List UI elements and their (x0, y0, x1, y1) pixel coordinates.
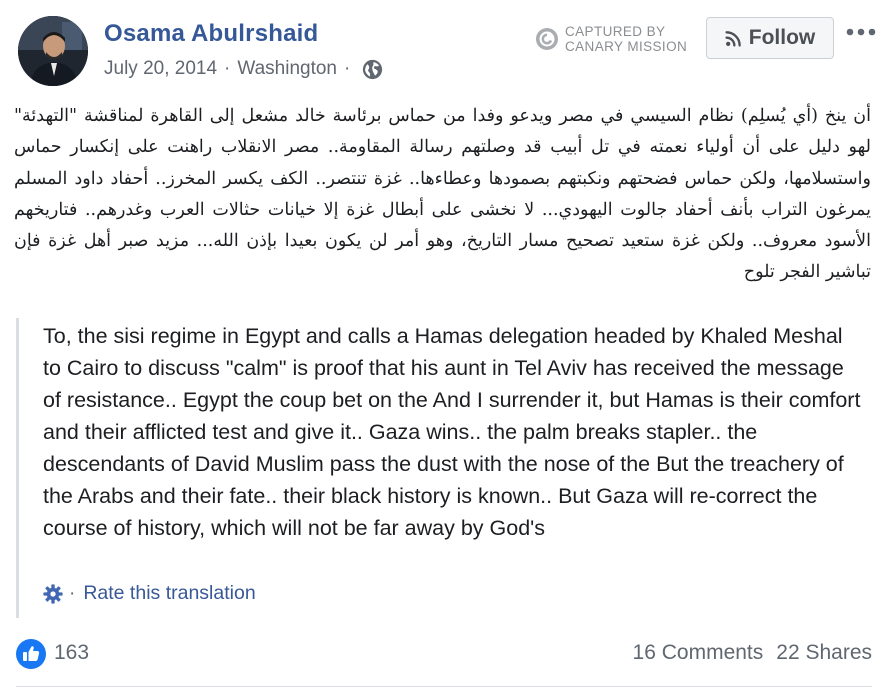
post-meta: July 20, 2014 · Washington · (104, 58, 383, 80)
rate-translation-row: · Rate this translation (43, 582, 256, 605)
comments-count[interactable]: 16 Comments (633, 641, 764, 664)
post-date[interactable]: July 20, 2014 (104, 58, 217, 80)
like-count[interactable]: 163 (54, 641, 89, 665)
post-stats: 163 16 Comments 22 Shares (16, 636, 872, 672)
shares-count[interactable]: 22 Shares (776, 641, 872, 664)
rate-translation-link[interactable]: Rate this translation (83, 582, 255, 605)
watermark-line-2: CANARY MISSION (565, 39, 688, 54)
gear-icon[interactable] (43, 583, 63, 604)
translation-block: To, the sisi regime in Egypt and calls a… (16, 318, 876, 618)
globe-icon[interactable] (362, 59, 383, 80)
watermark-line-1: CAPTURED BY (565, 24, 666, 39)
profile-photo (18, 16, 88, 86)
meta-separator: · (344, 58, 351, 79)
author-name[interactable]: Osama Abulrshaid (104, 20, 318, 48)
canary-mission-logo-icon (536, 28, 558, 50)
meta-separator: · (224, 58, 231, 79)
follow-label: Follow (748, 26, 816, 49)
more-options-button[interactable] (844, 20, 878, 44)
more-dots-icon (846, 28, 876, 36)
post-original-text: أن ينخ (أي يُسلِم) نظام السيسي في مصر وي… (14, 106, 871, 283)
translation-text: To, the sisi regime in Egypt and calls a… (43, 324, 861, 540)
follow-button[interactable]: Follow (706, 17, 834, 59)
rate-separator: · (69, 582, 76, 604)
rss-follow-icon (725, 30, 741, 47)
post-location[interactable]: Washington (237, 58, 337, 80)
canary-mission-watermark: CAPTURED BY CANARY MISSION (535, 24, 687, 54)
divider (16, 686, 872, 687)
avatar[interactable] (18, 16, 88, 86)
like-reaction-icon[interactable] (16, 639, 46, 669)
